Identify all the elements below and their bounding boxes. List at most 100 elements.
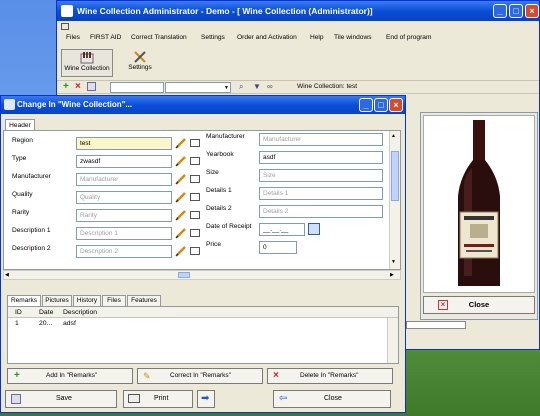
- hscroll-thumb[interactable]: [178, 272, 190, 278]
- main-title-bar[interactable]: Wine Collection Administrator - Demo - […: [57, 1, 539, 21]
- settings-button[interactable]: Settings: [123, 49, 157, 77]
- form-vertical-scrollbar[interactable]: ▲ ▼: [389, 131, 400, 269]
- manufacturer2-label: Manufacturer: [206, 133, 245, 140]
- description2-label: Description 2: [12, 245, 51, 252]
- delete-icon: ×: [273, 370, 279, 381]
- delete-remark-label: Delete In "Remarks": [300, 372, 359, 379]
- size-field[interactable]: Size: [259, 169, 383, 182]
- binoculars-icon[interactable]: ∞: [267, 82, 273, 91]
- close-icon[interactable]: ×: [389, 98, 403, 112]
- yearbook-field[interactable]: asdf: [259, 151, 383, 164]
- table-scrollbar[interactable]: [387, 318, 398, 363]
- wine-collection-button[interactable]: Wine Collection: [61, 49, 113, 77]
- scroll-right-icon[interactable]: ▶: [390, 272, 394, 278]
- col-date[interactable]: Date: [39, 309, 53, 316]
- record-dropdown[interactable]: ▼: [165, 82, 231, 93]
- menu-order-activation[interactable]: Order and Activation: [237, 34, 297, 41]
- manufacturer2-field[interactable]: Manufacturer: [259, 133, 383, 146]
- save-button[interactable]: Save: [5, 390, 117, 408]
- status-text: Wine Collection: test: [297, 83, 358, 90]
- dialog-title-bar[interactable]: Change In "Wine Collection"... _ □ ×: [1, 96, 405, 114]
- minimize-icon[interactable]: _: [493, 4, 507, 18]
- field-toggle-checkbox[interactable]: [190, 175, 200, 183]
- field-toggle-checkbox[interactable]: [190, 247, 200, 255]
- details1-label: Details 1: [206, 187, 232, 194]
- calendar-icon[interactable]: [308, 223, 320, 235]
- pencil-icon[interactable]: [175, 173, 187, 185]
- description2-field[interactable]: Description 2: [76, 245, 172, 258]
- menu-files[interactable]: Files: [66, 34, 80, 41]
- pencil-icon[interactable]: [175, 137, 187, 149]
- details1-field[interactable]: Details 1: [259, 187, 383, 200]
- details2-field[interactable]: Details 2: [259, 205, 383, 218]
- tab-history[interactable]: History: [73, 295, 101, 306]
- details2-label: Details 2: [206, 205, 232, 212]
- menu-tile-windows[interactable]: Tile windows: [334, 34, 372, 41]
- dialog-close-button[interactable]: ⇦ Close: [273, 390, 391, 408]
- col-id[interactable]: ID: [15, 309, 22, 316]
- tab-remarks[interactable]: Remarks: [7, 295, 41, 306]
- save-icon: [11, 394, 21, 404]
- price-field[interactable]: 0: [259, 241, 297, 254]
- field-toggle-checkbox[interactable]: [190, 157, 200, 165]
- record-selector-input[interactable]: [110, 82, 164, 93]
- add-icon[interactable]: +: [63, 82, 72, 92]
- field-toggle-checkbox[interactable]: [190, 139, 200, 147]
- field-toggle-checkbox[interactable]: [190, 229, 200, 237]
- print-button[interactable]: Print: [123, 390, 193, 408]
- cell-date: 20...: [39, 320, 53, 327]
- quality-field[interactable]: Quality: [76, 191, 172, 204]
- maximize-icon[interactable]: □: [509, 4, 523, 18]
- form-horizontal-scrollbar[interactable]: ◀ ▶: [3, 270, 401, 280]
- field-toggle-checkbox[interactable]: [190, 211, 200, 219]
- pencil-icon[interactable]: [175, 245, 187, 257]
- correct-remark-button[interactable]: ✎ Correct In "Remarks": [137, 368, 263, 384]
- printer-icon: [128, 394, 140, 403]
- pencil-icon[interactable]: [175, 227, 187, 239]
- close-icon[interactable]: ×: [525, 4, 539, 18]
- description1-field[interactable]: Description 1: [76, 227, 172, 240]
- save-icon[interactable]: [87, 82, 96, 91]
- pencil-icon[interactable]: [175, 155, 187, 167]
- panel-close-button[interactable]: × Close: [423, 296, 535, 314]
- tab-features[interactable]: Features: [127, 295, 161, 306]
- mdi-doc-icon[interactable]: [61, 23, 69, 30]
- type-field[interactable]: zwasdf: [76, 155, 172, 168]
- rarity-field[interactable]: Rarity: [76, 209, 172, 222]
- tab-pictures[interactable]: Pictures: [42, 295, 72, 306]
- menu-first-aid[interactable]: FIRST AID: [90, 34, 121, 41]
- filter-icon[interactable]: ▼: [253, 82, 261, 91]
- field-toggle-checkbox[interactable]: [190, 193, 200, 201]
- date-of-receipt-label: Date of Receipt: [206, 223, 252, 230]
- pencil-icon[interactable]: [175, 209, 187, 221]
- tab-files[interactable]: Files: [102, 295, 126, 306]
- add-remark-button[interactable]: + Add In "Remarks": [7, 368, 133, 384]
- scroll-down-icon[interactable]: ▼: [391, 259, 396, 265]
- col-description[interactable]: Description: [63, 309, 97, 316]
- region-field[interactable]: test: [76, 137, 172, 150]
- close-icon: ×: [438, 300, 448, 310]
- wine-collection-label: Wine Collection: [64, 65, 110, 72]
- panel-close-label: Close: [468, 300, 490, 309]
- menu-end-program[interactable]: End of program: [386, 34, 431, 41]
- scroll-up-icon[interactable]: ▲: [391, 133, 396, 139]
- scroll-left-icon[interactable]: ◀: [5, 272, 9, 278]
- scroll-thumb[interactable]: [391, 151, 399, 201]
- pencil-icon[interactable]: [175, 191, 187, 203]
- next-button[interactable]: ➡: [197, 390, 215, 408]
- manufacturer-field[interactable]: Manufacturer: [76, 173, 172, 186]
- type-label: Type: [12, 155, 27, 162]
- menu-help[interactable]: Help: [310, 34, 324, 41]
- search-icon[interactable]: ⌕: [239, 82, 243, 92]
- table-row[interactable]: 1 20... adsf: [8, 318, 386, 329]
- menu-correct-translation[interactable]: Correct Translation: [131, 34, 187, 41]
- menu-settings[interactable]: Settings: [201, 34, 225, 41]
- yearbook-label: Yearbook: [206, 151, 234, 158]
- delete-remark-button[interactable]: × Delete In "Remarks": [267, 368, 393, 384]
- date-of-receipt-field[interactable]: __.__.__: [259, 223, 305, 236]
- minimize-icon[interactable]: _: [359, 98, 373, 112]
- remarks-table: ID Date Description 1 20... adsf: [7, 306, 399, 364]
- dialog-close-label: Close: [324, 395, 342, 402]
- delete-icon[interactable]: ×: [75, 82, 84, 92]
- maximize-icon[interactable]: □: [374, 98, 388, 112]
